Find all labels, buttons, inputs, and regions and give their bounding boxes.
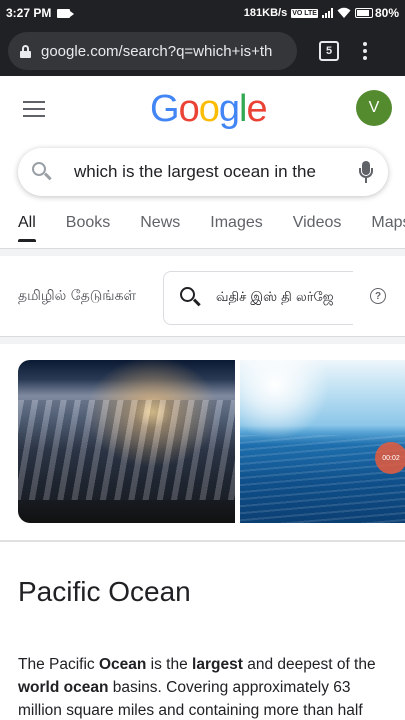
status-bar: 3:27 PM 181KB/s VO LTE 80% xyxy=(0,0,405,26)
video-timestamp-badge: 00:02 xyxy=(375,442,405,474)
account-avatar[interactable]: V xyxy=(356,90,392,126)
tab-all[interactable]: All xyxy=(18,210,36,242)
network-speed: 181KB/s xyxy=(243,7,288,19)
earth-from-space-image[interactable] xyxy=(18,360,235,523)
url-bar[interactable]: google.com/search?q=which+is+th xyxy=(8,32,297,70)
translated-search-strip: தமிழில் தேடுங்கள் வ்திச் இஸ் தி லர்ஜே ? xyxy=(0,264,405,336)
tab-news[interactable]: News xyxy=(140,210,180,242)
search-input[interactable]: which is the largest ocean in the xyxy=(74,162,332,182)
status-time: 3:27 PM xyxy=(6,6,52,20)
battery-icon: 80% xyxy=(354,6,399,20)
images-divider xyxy=(0,540,405,542)
translated-search-chip[interactable]: வ்திச் இஸ் தி லர்ஜே xyxy=(163,271,353,325)
search-icon[interactable] xyxy=(32,162,52,182)
tab-switcher-button[interactable]: 5 xyxy=(319,41,339,61)
tab-maps[interactable]: Maps xyxy=(371,210,405,242)
recording-icon xyxy=(57,8,75,18)
knowledge-panel-description: The Pacific Ocean is the largest and dee… xyxy=(18,656,376,719)
google-logo[interactable]: Google xyxy=(150,88,268,131)
lock-icon[interactable] xyxy=(20,44,31,58)
battery-percent: 80% xyxy=(374,6,399,20)
search-tabs: All Books News Images Videos Maps xyxy=(0,210,405,250)
translated-query: வ்திச் இஸ் தி லர்ஜே xyxy=(216,290,334,305)
translate-label: தமிழில் தேடுங்கள் xyxy=(18,288,137,304)
microphone-icon[interactable] xyxy=(358,161,374,183)
more-menu-icon[interactable] xyxy=(363,42,367,60)
ocean-video-thumbnail[interactable]: 00:02 xyxy=(240,360,405,523)
volte-badge: VO LTE xyxy=(291,8,318,18)
hamburger-menu-icon[interactable] xyxy=(23,101,45,122)
knowledge-panel-title: Pacific Ocean xyxy=(18,576,191,607)
tab-books[interactable]: Books xyxy=(66,210,110,242)
section-divider xyxy=(0,336,405,344)
signal-icon xyxy=(321,8,333,18)
status-right: 181KB/s VO LTE 80% xyxy=(244,6,399,20)
tab-videos[interactable]: Videos xyxy=(293,210,342,242)
help-icon[interactable]: ? xyxy=(370,288,386,304)
search-icon xyxy=(180,287,202,309)
search-box[interactable]: which is the largest ocean in the xyxy=(18,148,388,196)
wifi-icon xyxy=(337,7,351,18)
browser-toolbar: google.com/search?q=which+is+th 5 xyxy=(0,26,405,76)
url-text: google.com/search?q=which+is+th xyxy=(41,42,273,60)
tab-images[interactable]: Images xyxy=(210,210,262,242)
tabs-divider xyxy=(0,248,405,256)
